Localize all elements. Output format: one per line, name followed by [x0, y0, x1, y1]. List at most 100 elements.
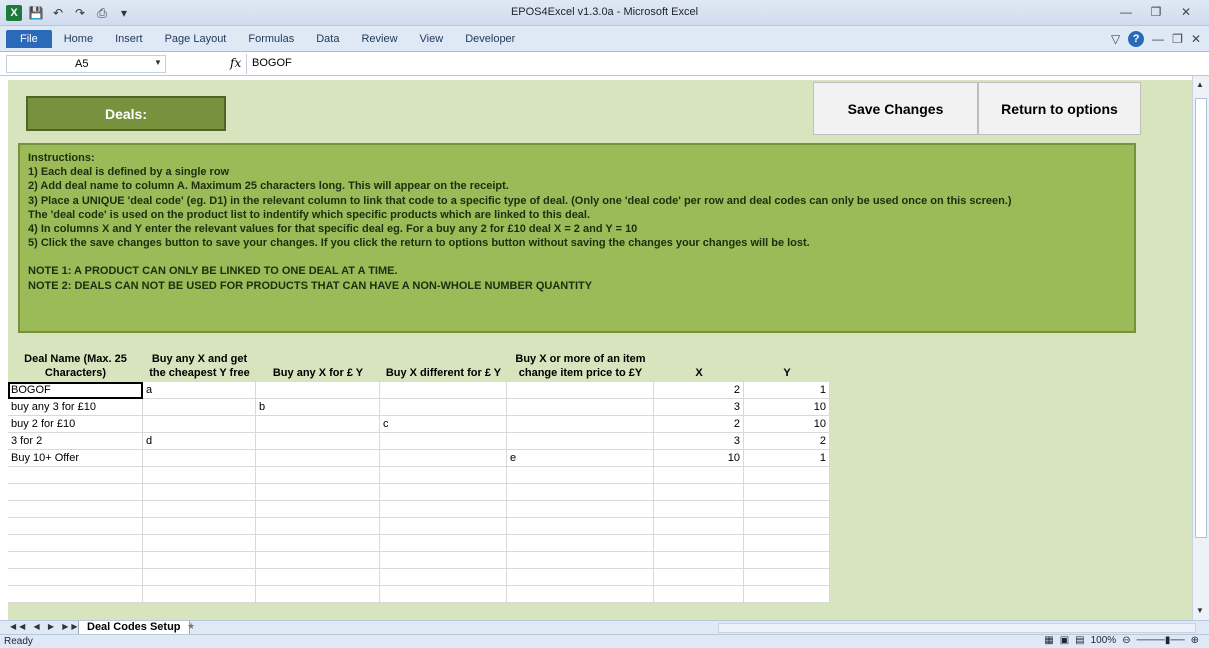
save-changes-button[interactable]: Save Changes	[813, 82, 978, 135]
tab-formulas[interactable]: Formulas	[238, 30, 304, 48]
cell-buy-x-get-y-free[interactable]	[143, 535, 256, 552]
cell-deal-name[interactable]: BOGOF	[8, 382, 143, 399]
cell-y-value[interactable]	[744, 535, 830, 552]
cell-buy-x-different-for-y[interactable]: c	[380, 416, 507, 433]
zoom-slider[interactable]: ────▮──	[1137, 635, 1185, 646]
cell-buy-x-different-for-y[interactable]	[380, 433, 507, 450]
vertical-scrollbar[interactable]: ▲ ▼	[1192, 76, 1209, 620]
tab-insert[interactable]: Insert	[105, 30, 153, 48]
cell-buy-x-or-more[interactable]	[507, 467, 654, 484]
cell-x-value[interactable]: 2	[654, 382, 744, 399]
cell-buy-x-different-for-y[interactable]	[380, 484, 507, 501]
page-layout-view-icon[interactable]: ▣	[1060, 635, 1069, 646]
cell-x-value[interactable]	[654, 569, 744, 586]
insert-function-icon[interactable]: fx	[230, 56, 241, 70]
cell-x-value[interactable]	[654, 518, 744, 535]
cell-buy-x-different-for-y[interactable]	[380, 399, 507, 416]
cell-deal-name[interactable]: buy any 3 for £10	[8, 399, 143, 416]
cell-buy-x-different-for-y[interactable]	[380, 518, 507, 535]
cell-buy-x-or-more[interactable]	[507, 399, 654, 416]
cell-y-value[interactable]	[744, 484, 830, 501]
cell-buy-x-get-y-free[interactable]	[143, 518, 256, 535]
cell-buy-x-get-y-free[interactable]	[143, 450, 256, 467]
cell-deal-name[interactable]	[8, 518, 143, 535]
cell-buy-x-get-y-free[interactable]	[143, 586, 256, 603]
cell-buy-x-or-more[interactable]	[507, 535, 654, 552]
cell-buy-x-or-more[interactable]: e	[507, 450, 654, 467]
page-break-view-icon[interactable]: ▤	[1075, 635, 1084, 646]
cell-buy-x-or-more[interactable]	[507, 433, 654, 450]
cell-deal-name[interactable]	[8, 569, 143, 586]
cell-buy-x-get-y-free[interactable]	[143, 467, 256, 484]
cell-buy-x-or-more[interactable]	[507, 501, 654, 518]
workbook-restore-icon[interactable]: ❐	[1172, 32, 1183, 46]
tab-view[interactable]: View	[410, 30, 454, 48]
zoom-in-icon[interactable]: ⊕	[1191, 635, 1199, 646]
cell-buy-x-or-more[interactable]	[507, 484, 654, 501]
sheet-nav-arrows-icon[interactable]: ◀◀ ◀ ▶ ▶▶	[10, 622, 81, 631]
cell-buy-x-different-for-y[interactable]	[380, 569, 507, 586]
minimize-icon[interactable]: —	[1117, 3, 1135, 21]
tab-home[interactable]: Home	[54, 30, 103, 48]
cell-y-value[interactable]	[744, 586, 830, 603]
cell-buy-x-different-for-y[interactable]	[380, 552, 507, 569]
cell-buy-x-different-for-y[interactable]	[380, 501, 507, 518]
cell-buy-any-x-for-y[interactable]	[256, 518, 380, 535]
scrollbar-thumb[interactable]	[1195, 98, 1207, 538]
sheet-tab-deal-codes-setup[interactable]: Deal Codes Setup	[78, 621, 190, 635]
normal-view-icon[interactable]: ▦	[1044, 635, 1053, 646]
cell-buy-x-or-more[interactable]	[507, 586, 654, 603]
cell-x-value[interactable]	[654, 535, 744, 552]
cell-deal-name[interactable]	[8, 484, 143, 501]
cell-y-value[interactable]: 1	[744, 382, 830, 399]
cell-buy-x-different-for-y[interactable]	[380, 450, 507, 467]
restore-icon[interactable]: ❐	[1147, 3, 1165, 21]
cell-buy-any-x-for-y[interactable]	[256, 586, 380, 603]
zoom-level[interactable]: 100%	[1091, 635, 1117, 646]
cell-buy-x-or-more[interactable]	[507, 552, 654, 569]
cell-buy-any-x-for-y[interactable]: b	[256, 399, 380, 416]
cell-buy-any-x-for-y[interactable]	[256, 552, 380, 569]
cell-buy-x-get-y-free[interactable]	[143, 484, 256, 501]
cell-x-value[interactable]: 3	[654, 399, 744, 416]
formula-input[interactable]	[246, 54, 1199, 74]
name-box-dropdown-icon[interactable]: ▼	[154, 58, 162, 67]
help-icon[interactable]: ?	[1128, 31, 1145, 47]
cell-buy-x-or-more[interactable]	[507, 518, 654, 535]
cell-buy-x-get-y-free[interactable]	[143, 569, 256, 586]
scroll-up-icon[interactable]: ▲	[1196, 80, 1204, 89]
cell-y-value[interactable]	[744, 518, 830, 535]
cell-buy-x-get-y-free[interactable]: a	[143, 382, 256, 399]
horizontal-scrollbar[interactable]	[718, 623, 1196, 633]
cell-buy-x-get-y-free[interactable]	[143, 416, 256, 433]
cell-deal-name[interactable]	[8, 467, 143, 484]
cell-buy-any-x-for-y[interactable]	[256, 382, 380, 399]
cell-deal-name[interactable]	[8, 586, 143, 603]
zoom-out-icon[interactable]: ⊖	[1122, 635, 1130, 646]
cell-buy-x-different-for-y[interactable]	[380, 382, 507, 399]
tab-review[interactable]: Review	[351, 30, 407, 48]
minimize-ribbon-icon[interactable]: ▽	[1111, 32, 1120, 46]
cell-deal-name[interactable]: Buy 10+ Offer	[8, 450, 143, 467]
cell-x-value[interactable]	[654, 467, 744, 484]
cell-y-value[interactable]	[744, 467, 830, 484]
workbook-close-icon[interactable]: ✕	[1191, 32, 1201, 46]
insert-sheet-icon[interactable]: ★	[180, 621, 202, 634]
cell-x-value[interactable]	[654, 484, 744, 501]
workbook-minimize-icon[interactable]: —	[1152, 32, 1164, 46]
cell-y-value[interactable]: 10	[744, 399, 830, 416]
cell-buy-x-or-more[interactable]	[507, 416, 654, 433]
name-box[interactable]: A5	[6, 55, 166, 73]
cell-buy-any-x-for-y[interactable]	[256, 416, 380, 433]
scroll-down-icon[interactable]: ▼	[1196, 606, 1204, 615]
cell-buy-x-different-for-y[interactable]	[380, 467, 507, 484]
cell-y-value[interactable]: 2	[744, 433, 830, 450]
cell-deal-name[interactable]	[8, 535, 143, 552]
cell-buy-any-x-for-y[interactable]	[256, 433, 380, 450]
tab-data[interactable]: Data	[306, 30, 349, 48]
cell-buy-any-x-for-y[interactable]	[256, 467, 380, 484]
cell-x-value[interactable]	[654, 501, 744, 518]
cell-buy-x-different-for-y[interactable]	[380, 586, 507, 603]
cell-x-value[interactable]: 2	[654, 416, 744, 433]
cell-buy-x-different-for-y[interactable]	[380, 535, 507, 552]
